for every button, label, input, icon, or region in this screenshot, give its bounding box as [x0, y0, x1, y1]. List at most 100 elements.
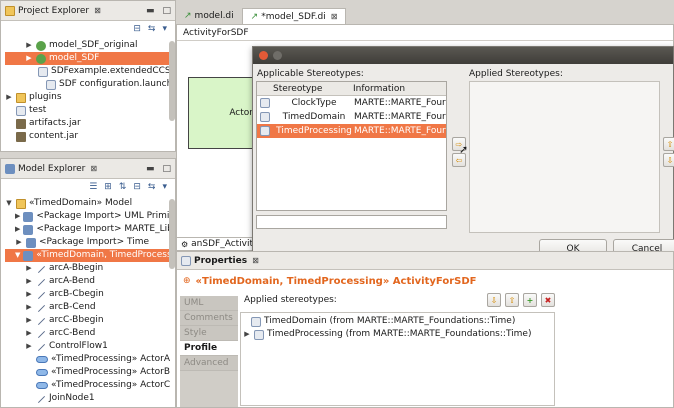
stereotype-row[interactable]: TimedDomain MARTE::MARTE_Four — [257, 110, 446, 124]
tree-item-label: content.jar — [29, 131, 79, 141]
expand-arrow-icon[interactable]: ▶ — [25, 275, 33, 288]
tab-model-explorer[interactable]: Model Explorer ⊠ — [5, 163, 97, 174]
close-icon[interactable]: ⊠ — [90, 164, 97, 173]
properties-side-tab[interactable]: Profile — [180, 341, 238, 356]
sort-icon[interactable]: ⇅ — [119, 182, 127, 194]
editor-tab-label: *model_SDF.di — [261, 11, 326, 22]
tree-item[interactable]: ▶ <Package Import> UML Primitiv — [5, 210, 175, 223]
properties-side-tab[interactable]: UML — [180, 296, 238, 311]
stereotype-row[interactable]: ClockType MARTE::MARTE_Four — [257, 96, 446, 110]
tree-item[interactable]: «TimedProcessing» ActorC — [5, 379, 175, 392]
applied-stereotype-row[interactable]: ▶ TimedProcessing (from MARTE::MARTE_Fou… — [241, 328, 554, 341]
minimize-icon[interactable]: ▬ — [146, 6, 155, 16]
expand-arrow-icon[interactable]: ▶ — [25, 262, 33, 275]
delete-icon[interactable]: ✖ — [541, 293, 555, 307]
properties-side-tab[interactable]: Comments — [180, 311, 238, 326]
project-explorer-icon — [5, 5, 15, 16]
applicable-stereotypes-list[interactable]: Stereotype Information ClockType MARTE::M… — [256, 81, 447, 211]
expand-arrow-icon[interactable]: ▶ — [25, 52, 33, 65]
expand-arrow-icon[interactable]: ▶ — [15, 223, 20, 236]
expand-arrow-icon[interactable]: ▶ — [25, 340, 33, 353]
tree-item[interactable]: ▶ model_SDF — [5, 52, 175, 65]
expand-arrow-icon[interactable]: ▶ — [243, 328, 251, 341]
tree-item[interactable]: ▶ <Package Import> Time — [5, 236, 175, 249]
tree-item[interactable]: SDF configuration.launch — [5, 78, 175, 91]
expand-arrow-icon[interactable]: ▶ — [25, 39, 33, 52]
tree-item[interactable]: ▶ arcA-Bend — [5, 275, 175, 288]
properties-side-tab[interactable]: Advanced — [180, 356, 238, 371]
tree-item[interactable]: ▶ <Package Import> MARTE_Libra — [5, 223, 175, 236]
tree-item[interactable]: artifacts.jar — [5, 117, 175, 130]
view-menu-icon[interactable]: ▾ — [162, 182, 167, 194]
applied-stereotype-row[interactable]: TimedDomain (from MARTE::MARTE_Foundatio… — [241, 315, 554, 328]
layout-icon[interactable]: ⊞ — [104, 182, 112, 194]
tree-item[interactable]: ▶ arcC-Bend — [5, 327, 175, 340]
edge-icon — [36, 264, 46, 274]
expand-arrow-icon[interactable]: ▶ — [15, 210, 20, 223]
description-field[interactable] — [256, 215, 447, 229]
view-menu-icon[interactable]: ▾ — [162, 24, 167, 36]
collapse-all-icon[interactable]: ⊟ — [133, 24, 141, 36]
jar-icon — [16, 118, 26, 129]
tree-item[interactable]: ▶ arcB-Cend — [5, 301, 175, 314]
move-up-icon[interactable]: ⇧ — [505, 293, 519, 307]
column-information[interactable]: Information — [353, 84, 405, 94]
link-editor-icon[interactable]: ⇆ — [148, 24, 156, 36]
minimize-icon[interactable]: ▬ — [146, 164, 155, 174]
applied-stereotype-label: TimedProcessing (from MARTE::MARTE_Found… — [267, 329, 532, 339]
diagram-bottom-tab[interactable]: ⚙ anSDF_Activity — [176, 237, 258, 251]
tree-item[interactable]: ▶ arcB-Cbegin — [5, 288, 175, 301]
tree-item[interactable]: JoinNode1 — [5, 392, 175, 405]
tree-item[interactable]: SDFexample.extendedCCSL — [5, 65, 175, 78]
stereotype-row[interactable]: TimedProcessing MARTE::MARTE_Four — [257, 124, 446, 138]
close-icon[interactable] — [259, 51, 268, 60]
expand-arrow-icon[interactable]: ▶ — [25, 314, 33, 327]
tree-item[interactable]: «TimedProcessing» ActorA — [5, 353, 175, 366]
tab-properties[interactable]: Properties ⊠ — [181, 255, 259, 266]
editor-tab[interactable]: ↗ *model_SDF.di ⊠ — [241, 8, 347, 24]
maximize-icon[interactable]: □ — [162, 164, 171, 174]
collapse-all-icon[interactable]: ⊟ — [133, 182, 141, 194]
editor-tab[interactable]: ↗ model.di — [176, 8, 242, 24]
tree-item-label: arcB-Cend — [49, 302, 96, 312]
filter-icon[interactable]: ☰ — [89, 182, 97, 194]
actor-node[interactable]: Actor — [188, 77, 258, 149]
project-scrollbar[interactable] — [169, 41, 175, 121]
tree-item[interactable]: «TimedProcessing» ActorB — [5, 366, 175, 379]
tree-item[interactable]: content.jar — [5, 130, 175, 143]
column-stereotype[interactable]: Stereotype — [273, 84, 353, 94]
move-down-button[interactable]: ⇩ — [663, 153, 674, 167]
expand-arrow-icon[interactable]: ▶ — [25, 327, 33, 340]
tree-item[interactable]: ▶ model_SDF_original — [5, 39, 175, 52]
tree-item-label: plugins — [29, 92, 62, 102]
jar-icon — [16, 131, 26, 142]
expand-arrow-icon[interactable]: ▼ — [15, 249, 20, 262]
tree-item[interactable]: test — [5, 104, 175, 117]
expand-arrow-icon[interactable]: ▶ — [25, 288, 33, 301]
edge-icon — [36, 303, 46, 313]
tree-item[interactable]: ▶ arcA-Bbegin — [5, 262, 175, 275]
close-icon[interactable]: ⊠ — [94, 6, 101, 15]
expand-arrow-icon[interactable]: ▶ — [5, 91, 13, 104]
close-icon[interactable]: ⊠ — [331, 12, 338, 21]
tree-item[interactable]: ▶ plugins — [5, 91, 175, 104]
tree-item[interactable]: ▶ ControlFlow1 — [5, 340, 175, 353]
properties-title: Properties — [194, 255, 248, 266]
expand-arrow-icon[interactable]: ▶ — [15, 236, 23, 249]
tree-item[interactable]: ▼ «TimedDomain, TimedProcessin — [5, 249, 175, 262]
move-down-icon[interactable]: ⇩ — [487, 293, 501, 307]
expand-arrow-icon[interactable]: ▼ — [5, 197, 13, 210]
model-scrollbar[interactable] — [169, 199, 175, 269]
applied-stereotypes-list[interactable] — [469, 81, 660, 233]
maximize-icon[interactable]: □ — [162, 6, 171, 16]
close-icon[interactable]: ⊠ — [252, 256, 259, 265]
properties-side-tab[interactable]: Style — [180, 326, 238, 341]
tree-item[interactable]: ▼ «TimedDomain» Model — [5, 197, 175, 210]
tab-project-explorer[interactable]: Project Explorer ⊠ — [5, 5, 101, 16]
minimize-icon[interactable] — [273, 51, 282, 60]
move-up-button[interactable]: ⇧ — [663, 137, 674, 151]
add-icon[interactable]: + — [523, 293, 537, 307]
expand-arrow-icon[interactable]: ▶ — [25, 301, 33, 314]
tree-item[interactable]: ▶ arcC-Bbegin — [5, 314, 175, 327]
link-editor-icon[interactable]: ⇆ — [148, 182, 156, 194]
